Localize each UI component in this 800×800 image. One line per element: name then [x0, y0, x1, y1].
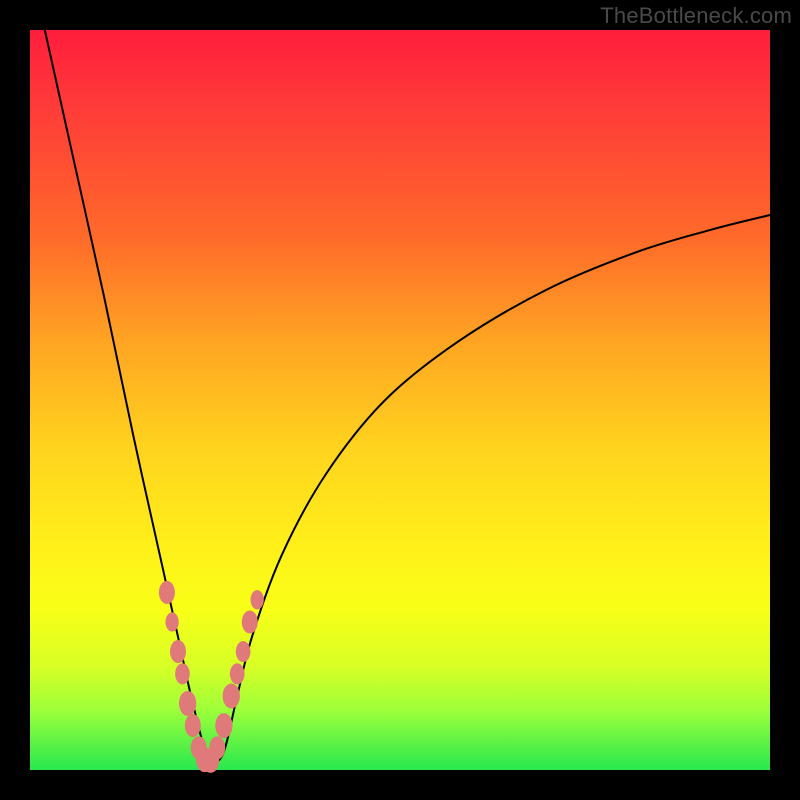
- bead-left-4: [179, 691, 196, 716]
- bead-right-1: [215, 713, 232, 738]
- bead-left-1: [165, 612, 178, 631]
- bead-trough-1: [202, 748, 219, 773]
- bead-right-3: [230, 663, 245, 684]
- bead-right-6: [251, 590, 264, 609]
- bottleneck-curve: [45, 30, 770, 762]
- bead-left-3: [175, 663, 190, 684]
- bead-left-5: [185, 714, 201, 737]
- plot-area: [30, 30, 770, 770]
- bead-right-4: [236, 641, 251, 662]
- bead-left-2: [170, 640, 186, 663]
- bottleneck-curve-svg: [30, 30, 770, 770]
- bead-right-5: [242, 610, 258, 633]
- beads-group: [159, 581, 264, 773]
- bead-left-0: [159, 581, 175, 604]
- bead-right-2: [223, 683, 240, 708]
- chart-frame: TheBottleneck.com: [0, 0, 800, 800]
- watermark-label: TheBottleneck.com: [600, 3, 792, 29]
- curve-group: [45, 30, 770, 762]
